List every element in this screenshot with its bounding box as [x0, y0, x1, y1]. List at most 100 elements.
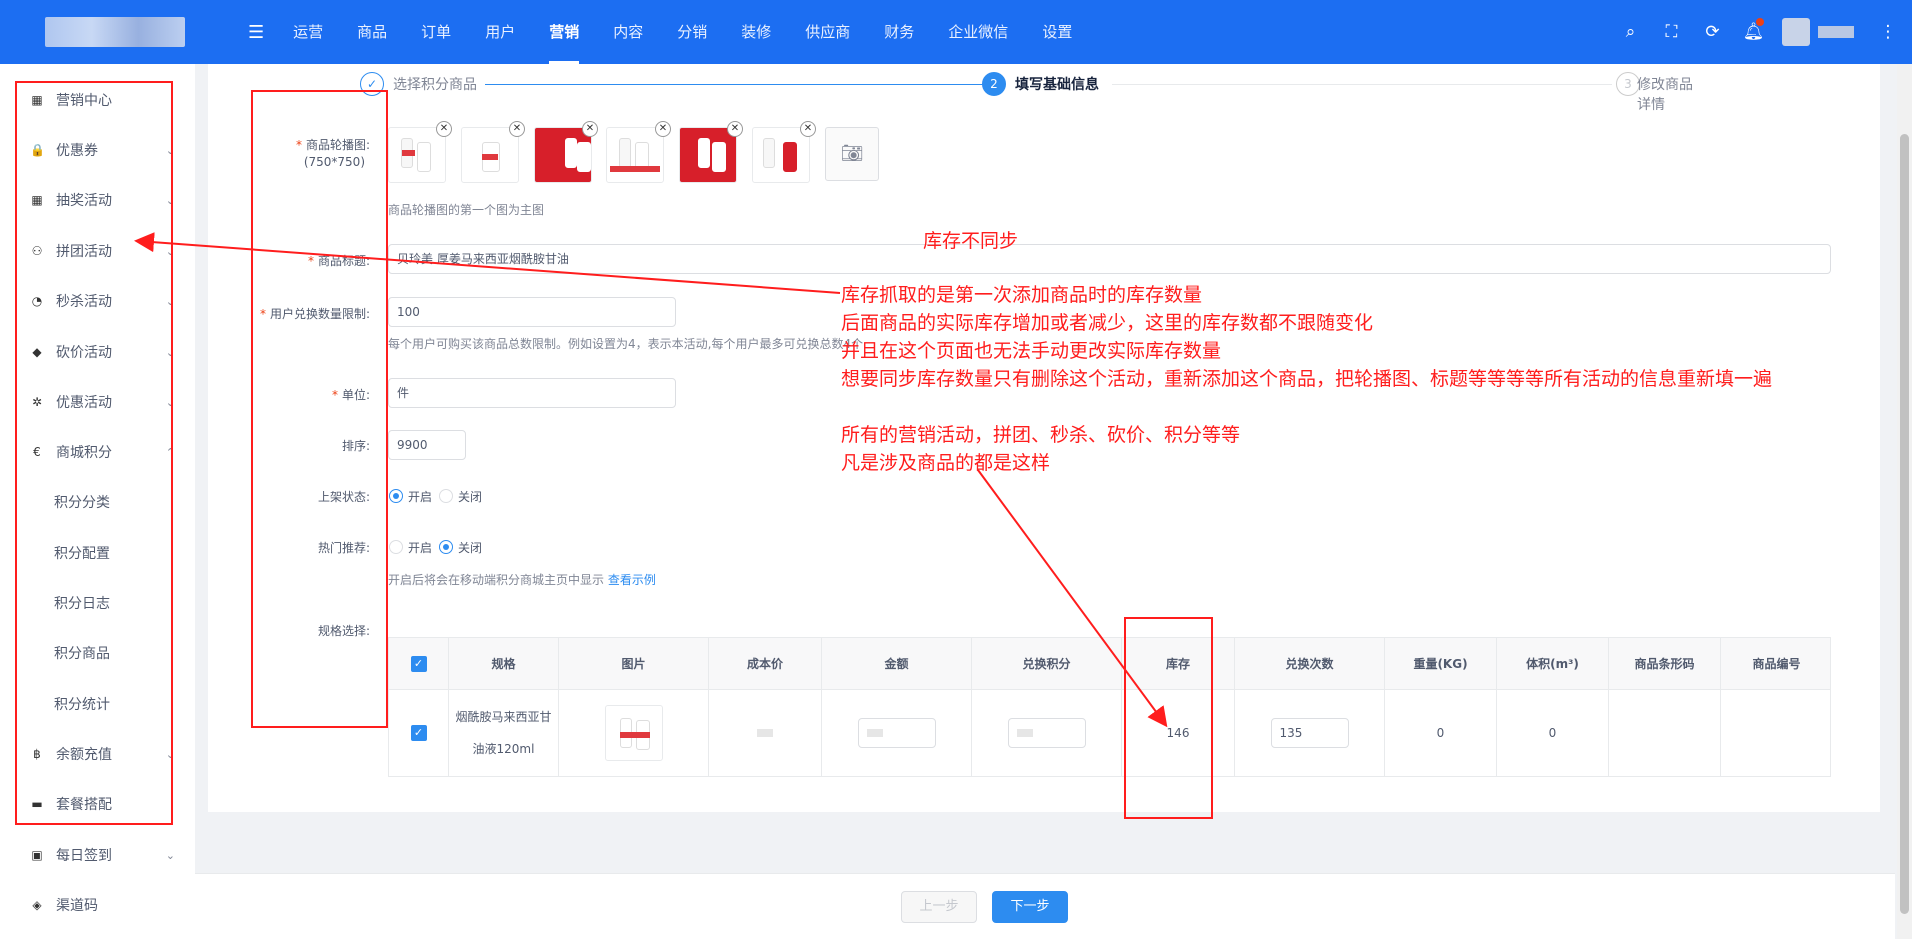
nav-item[interactable]: 用户: [468, 0, 532, 64]
more-icon[interactable]: ⋮: [1876, 22, 1900, 42]
fullscreen-icon[interactable]: ⛶: [1651, 22, 1692, 42]
carousel-image[interactable]: [388, 127, 446, 183]
avatar[interactable]: [1782, 18, 1810, 46]
status-off-radio[interactable]: [439, 489, 453, 503]
nav-item[interactable]: 装修: [724, 0, 788, 64]
amount-cell: [822, 690, 972, 776]
spec-image[interactable]: [604, 705, 663, 761]
nav-item[interactable]: 分销: [660, 0, 724, 64]
annotation-box-labels: [251, 90, 388, 728]
annotation-line: 库存抓取的是第一次添加商品时的库存数量: [841, 284, 1203, 306]
volume-cell: 0: [1497, 690, 1609, 776]
nav-item[interactable]: 供应商: [788, 0, 867, 64]
th-image: 图片: [559, 638, 709, 690]
nav-item[interactable]: 订单: [404, 0, 468, 64]
topbar-tools: ⌕ ⛶ ⟳ 🔔︎ ⋮: [1610, 0, 1912, 64]
nav-item[interactable]: 商品: [340, 0, 404, 64]
limit-input[interactable]: 100: [388, 297, 676, 327]
scroll-thumb[interactable]: [1900, 134, 1909, 914]
sidebar-item-label: 每日签到: [56, 848, 112, 864]
carousel-image[interactable]: [679, 127, 737, 183]
refresh-icon[interactable]: ⟳: [1692, 22, 1733, 42]
header-checkbox-cell: ✓: [389, 638, 449, 690]
notification-dot: [1756, 18, 1764, 26]
title-input[interactable]: 贝玲美 厚姜马来西亚烟酰胺甘油: [388, 244, 1831, 274]
select-all-checkbox[interactable]: ✓: [410, 656, 427, 672]
row-checkbox[interactable]: ✓: [410, 725, 427, 741]
limit-hint: 每个用户可购买该商品总数限制。例如设置为4，表示本活动,每个用户最多可兑换总数4…: [388, 337, 864, 351]
weight-cell: 0: [1385, 690, 1497, 776]
page-scrollbar[interactable]: [1897, 64, 1912, 939]
sidebar-item[interactable]: ▣ 每日签到 ⌄: [0, 830, 195, 880]
spec-table: ✓ 规格 图片 成本价 金额 兑换积分 库存 兑换次数 重量(KG) 体积(m³…: [388, 637, 1831, 777]
sidebar-item[interactable]: ◈ 渠道码: [0, 880, 195, 930]
nav-item[interactable]: 设置: [1025, 0, 1089, 64]
annotation-line: 后面商品的实际库存增加或者减少，这里的库存数都不跟随变化: [841, 312, 1374, 334]
chevron-icon[interactable]: ⌄: [166, 849, 175, 862]
remove-image-icon[interactable]: ✕: [800, 121, 816, 137]
username[interactable]: [1818, 26, 1854, 38]
upload-camera-icon[interactable]: 📷︎: [825, 127, 879, 181]
times-cell: 135: [1235, 690, 1385, 776]
carousel-image[interactable]: [606, 127, 664, 183]
th-weight: 重量(KG): [1385, 638, 1497, 690]
status-on-label[interactable]: 开启: [408, 488, 432, 505]
annotation-line: 凡是涉及商品的都是这样: [841, 452, 1051, 474]
times-input[interactable]: 135: [1270, 718, 1349, 748]
step-line: [1112, 84, 1612, 85]
th-barcode: 商品条形码: [1609, 638, 1721, 690]
spec-name-line1: 烟酰胺马来西亚甘: [455, 710, 552, 724]
annotation-box-stock: [1124, 617, 1213, 819]
nav-item[interactable]: 财务: [867, 0, 931, 64]
step-2-circle: 2: [982, 72, 1006, 96]
sort-input[interactable]: 9900: [388, 430, 466, 460]
points-input[interactable]: [1007, 718, 1086, 748]
remove-image-icon[interactable]: ✕: [727, 121, 743, 137]
nav-item[interactable]: 企业微信: [931, 0, 1025, 64]
blurred-value: [757, 729, 773, 737]
th-spec: 规格: [449, 638, 559, 690]
remove-image-icon[interactable]: ✕: [582, 121, 598, 137]
carousel-image[interactable]: [534, 127, 592, 183]
hot-on-label[interactable]: 开启: [408, 539, 432, 556]
search-icon[interactable]: ⌕: [1610, 22, 1651, 42]
remove-image-icon[interactable]: ✕: [436, 121, 452, 137]
top-nav: 运营 商品 订单 用户 营销 内容 分销 装修 供应商 财务 企业微信 设置: [276, 0, 1089, 64]
step-line: [485, 84, 985, 85]
table-header: ✓ 规格 图片 成本价 金额 兑换积分 库存 兑换次数 重量(KG) 体积(m³…: [389, 638, 1830, 690]
status-off-label[interactable]: 关闭: [458, 488, 482, 505]
hot-off-radio[interactable]: [439, 540, 453, 554]
sidebar-item-icon: ◈: [32, 898, 42, 912]
remove-image-icon[interactable]: ✕: [655, 121, 671, 137]
spec-cell: 烟酰胺马来西亚甘 油液120ml: [449, 690, 559, 776]
status-on-radio[interactable]: [389, 489, 403, 503]
th-points: 兑换积分: [972, 638, 1122, 690]
annotation-line: 并且在这个页面也无法手动更改实际库存数量: [841, 340, 1222, 362]
nav-item[interactable]: 运营: [276, 0, 340, 64]
image-cell: [559, 690, 709, 776]
th-sku: 商品编号: [1752, 657, 1801, 671]
prev-step-button[interactable]: 上一步: [901, 891, 977, 923]
nav-item[interactable]: 内容: [596, 0, 660, 64]
sku-cell: [1721, 690, 1832, 776]
unit-input[interactable]: 件: [388, 378, 676, 408]
logo[interactable]: [45, 17, 185, 47]
step-1-label: 选择积分商品: [393, 77, 477, 93]
nav-item-active[interactable]: 营销: [532, 0, 596, 64]
carousel-image[interactable]: [461, 127, 519, 183]
hot-off-label[interactable]: 关闭: [458, 539, 482, 556]
annotation-line: 所有的营销活动，拼团、秒杀、砍价、积分等等: [841, 424, 1241, 446]
menu-toggle-icon[interactable]: ☰: [248, 22, 264, 43]
spec-name-line2: 油液120ml: [472, 742, 535, 756]
barcode-cell: [1609, 690, 1721, 776]
next-step-button[interactable]: 下一步: [992, 891, 1068, 923]
amount-input[interactable]: [857, 718, 936, 748]
hot-on-radio[interactable]: [389, 540, 403, 554]
bell-icon[interactable]: 🔔︎: [1733, 18, 1774, 42]
view-example-link[interactable]: 查看示例: [608, 573, 656, 587]
points-cell: [972, 690, 1122, 776]
sidebar-item-icon: ▣: [31, 848, 43, 862]
th-amount: 金额: [822, 638, 972, 690]
remove-image-icon[interactable]: ✕: [509, 121, 525, 137]
carousel-image[interactable]: [752, 127, 810, 183]
